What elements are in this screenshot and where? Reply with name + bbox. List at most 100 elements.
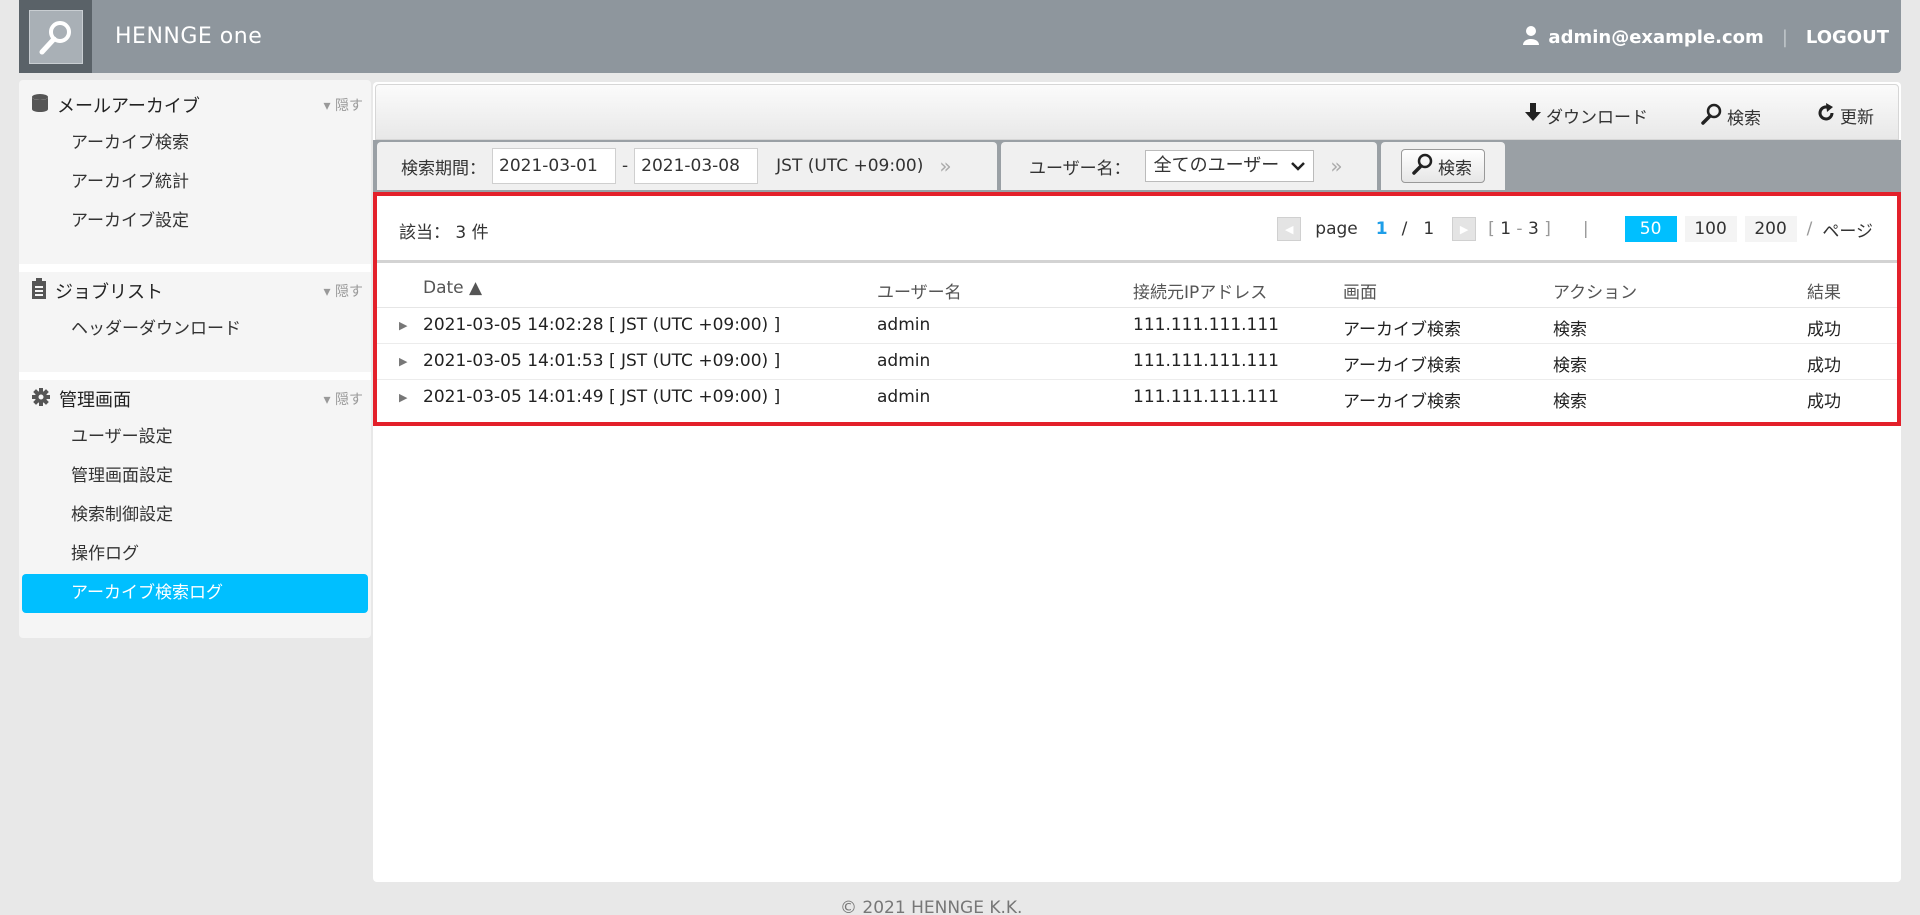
sidebar-item-user-settings[interactable]: ユーザー設定: [19, 418, 371, 457]
row-screen: アーカイブ検索: [1343, 320, 1461, 340]
row-user: admin: [877, 387, 931, 407]
column-ip[interactable]: 接続元IPアドレス: [1133, 278, 1267, 303]
sidebar-item-archive-stats[interactable]: アーカイブ統計: [19, 163, 371, 202]
sidebar-item-header-download[interactable]: ヘッダーダウンロード: [19, 310, 371, 349]
row-action: 検索: [1553, 356, 1587, 376]
page-slash: /: [1401, 219, 1408, 239]
download-button[interactable]: ダウンロード: [1524, 103, 1648, 128]
pagination: ◀ page 1 / 1 ▶ [ 1 - 3 ] | 50 100 200 / …: [1277, 216, 1873, 242]
row-result: 成功: [1807, 320, 1841, 340]
per-page-slash: /: [1806, 219, 1813, 239]
user-select[interactable]: 全てのユーザー: [1144, 150, 1315, 182]
hide-toggle[interactable]: ▾ 隠す: [324, 281, 363, 301]
sidebar-section-header[interactable]: 管理画面 ▾ 隠す: [19, 380, 371, 418]
database-icon: [31, 93, 49, 117]
chevron-right-icon: »: [939, 154, 952, 178]
sidebar: メールアーカイブ ▾ 隠す アーカイブ検索 アーカイブ統計 アーカイブ設定 ジョ…: [19, 80, 371, 638]
next-page-button[interactable]: ▶: [1452, 217, 1477, 241]
column-result[interactable]: 結果: [1807, 278, 1841, 303]
row-result: 成功: [1807, 356, 1841, 376]
table-row[interactable]: ▶ 2021-03-05 14:02:28 [ JST (UTC +09:00)…: [377, 308, 1897, 344]
user-filter: ユーザー名： 全てのユーザー »: [1001, 142, 1377, 190]
timezone-label: JST (UTC +09:00): [776, 156, 924, 176]
period-filter: 検索期間： 2021-03-01 - 2021-03-08 JST (UTC +…: [377, 142, 997, 190]
sidebar-divider: [19, 372, 371, 380]
column-date[interactable]: Date ▲: [423, 278, 482, 298]
brand-name: HENNGE one: [115, 24, 263, 49]
sidebar-item-search-control[interactable]: 検索制御設定: [19, 496, 371, 535]
search-icon: [1412, 153, 1434, 180]
app-header: HENNGE one admin@example.com | LOGOUT: [19, 0, 1901, 73]
total-pages: 1: [1423, 219, 1435, 239]
gear-icon: [31, 387, 51, 411]
per-page-50[interactable]: 50: [1624, 216, 1677, 242]
results-panel: 該当： 3 件 ◀ page 1 / 1 ▶ [ 1 - 3 ] | 50 10…: [373, 192, 1901, 426]
row-date: 2021-03-05 14:01:49 [ JST (UTC +09:00) ]: [423, 387, 781, 407]
section-title: 管理画面: [59, 390, 131, 411]
row-user: admin: [877, 351, 931, 371]
hide-toggle[interactable]: ▾ 隠す: [324, 95, 363, 115]
row-action: 検索: [1553, 392, 1587, 412]
sidebar-section-job-list: ジョブリスト ▾ 隠す ヘッダーダウンロード: [19, 272, 371, 349]
hide-toggle[interactable]: ▾ 隠す: [324, 389, 363, 409]
row-ip: 111.111.111.111: [1133, 351, 1280, 371]
section-title: メールアーカイブ: [57, 96, 200, 117]
row-user: admin: [877, 315, 931, 335]
page-word: page: [1315, 219, 1358, 239]
expand-caret-icon[interactable]: ▶: [399, 319, 407, 332]
refresh-button[interactable]: 更新: [1816, 103, 1874, 128]
refresh-icon: [1816, 103, 1836, 128]
table-row[interactable]: ▶ 2021-03-05 14:01:49 [ JST (UTC +09:00)…: [377, 380, 1897, 416]
download-icon: [1524, 103, 1542, 128]
sidebar-item-archive-search[interactable]: アーカイブ検索: [19, 124, 371, 163]
per-page-100[interactable]: 100: [1684, 216, 1737, 242]
row-ip: 111.111.111.111: [1133, 315, 1280, 335]
user-email[interactable]: admin@example.com: [1548, 27, 1763, 48]
sidebar-section-header[interactable]: メールアーカイブ ▾ 隠す: [19, 86, 371, 124]
chevron-down-icon: [1291, 151, 1306, 181]
prev-page-button[interactable]: ◀: [1277, 217, 1302, 241]
header-separator: |: [1781, 27, 1788, 48]
chevron-right-icon: »: [1330, 154, 1343, 178]
user-filter-label: ユーザー名：: [1029, 158, 1131, 179]
search-submit-wrap: 検索: [1381, 142, 1505, 190]
row-result: 成功: [1807, 392, 1841, 412]
search-button[interactable]: 検索: [1701, 103, 1761, 130]
expand-caret-icon[interactable]: ▶: [399, 355, 407, 368]
user-area: admin@example.com | LOGOUT: [1522, 25, 1889, 50]
result-count: 該当： 3 件: [399, 223, 489, 243]
logout-link[interactable]: LOGOUT: [1806, 27, 1889, 48]
toolbar: ダウンロード 検索 更新: [375, 84, 1899, 140]
per-page-200[interactable]: 200: [1744, 216, 1797, 242]
sidebar-item-operation-log[interactable]: 操作ログ: [19, 535, 371, 574]
date-to-input[interactable]: 2021-03-08: [634, 148, 759, 184]
table-row[interactable]: ▶ 2021-03-05 14:01:53 [ JST (UTC +09:00)…: [377, 344, 1897, 380]
column-screen[interactable]: 画面: [1343, 278, 1377, 303]
sidebar-item-archive-search-log[interactable]: アーカイブ検索ログ: [22, 574, 368, 613]
column-user[interactable]: ユーザー名: [877, 278, 962, 303]
row-ip: 111.111.111.111: [1133, 387, 1280, 407]
period-label: 検索期間：: [401, 158, 486, 179]
sidebar-divider: [19, 264, 371, 272]
section-title: ジョブリスト: [55, 282, 163, 303]
current-page: 1: [1375, 219, 1388, 239]
clipboard-icon: [31, 278, 47, 304]
magnifier-icon: [28, 9, 83, 64]
table-header: Date ▲ ユーザー名 接続元IPアドレス 画面 アクション 結果: [377, 260, 1897, 308]
row-date: 2021-03-05 14:02:28 [ JST (UTC +09:00) ]: [423, 315, 781, 335]
sidebar-item-admin-settings[interactable]: 管理画面設定: [19, 457, 371, 496]
app-logo[interactable]: [19, 0, 92, 73]
sidebar-item-archive-settings[interactable]: アーカイブ設定: [19, 202, 371, 241]
search-submit-button[interactable]: 検索: [1401, 149, 1485, 183]
expand-caret-icon[interactable]: ▶: [399, 391, 407, 404]
per-page-suffix: ページ: [1822, 221, 1873, 242]
date-from-input[interactable]: 2021-03-01: [492, 148, 616, 184]
row-screen: アーカイブ検索: [1343, 392, 1461, 412]
sort-asc-icon: ▲: [469, 278, 483, 298]
sidebar-section-header[interactable]: ジョブリスト ▾ 隠す: [19, 272, 371, 310]
pager-separator: |: [1582, 219, 1589, 239]
column-action[interactable]: アクション: [1553, 278, 1637, 303]
main-content: ダウンロード 検索 更新 検索期間： 2021-03-01 - 2021-03-…: [373, 82, 1901, 882]
row-date: 2021-03-05 14:01:53 [ JST (UTC +09:00) ]: [423, 351, 781, 371]
filter-bar: 検索期間： 2021-03-01 - 2021-03-08 JST (UTC +…: [373, 140, 1901, 192]
